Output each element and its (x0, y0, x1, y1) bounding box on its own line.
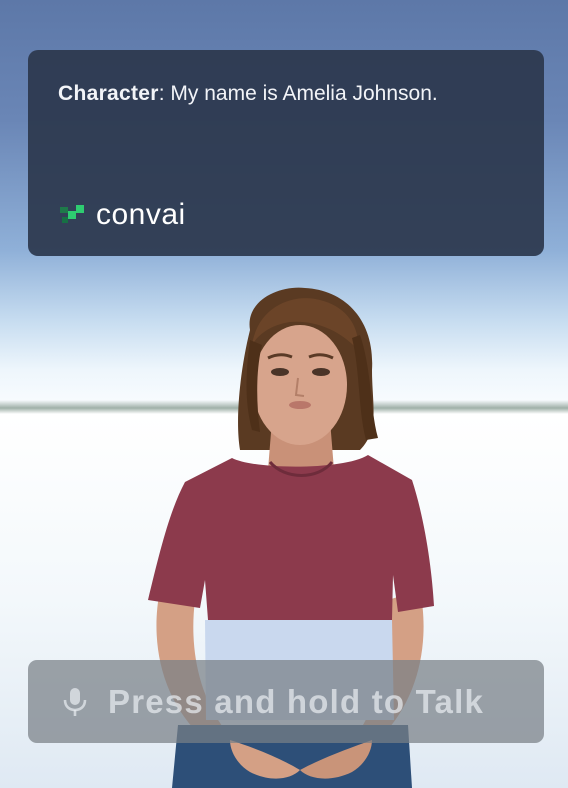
speaker-separator: : (158, 82, 171, 105)
chat-transcript-panel: Character: My name is Amelia Johnson. co… (28, 50, 544, 256)
chat-message: Character: My name is Amelia Johnson. (58, 82, 438, 106)
convai-wordmark: convai (96, 198, 186, 231)
convai-logo: convai (58, 200, 186, 230)
microphone-icon (63, 687, 87, 716)
convai-logo-icon (60, 205, 84, 223)
press-to-talk-button[interactable]: Press and hold to Talk (28, 660, 544, 743)
message-text: My name is Amelia Johnson. (170, 82, 438, 105)
speaker-name: Character (58, 82, 159, 105)
press-to-talk-label: Press and hold to Talk (108, 682, 485, 720)
